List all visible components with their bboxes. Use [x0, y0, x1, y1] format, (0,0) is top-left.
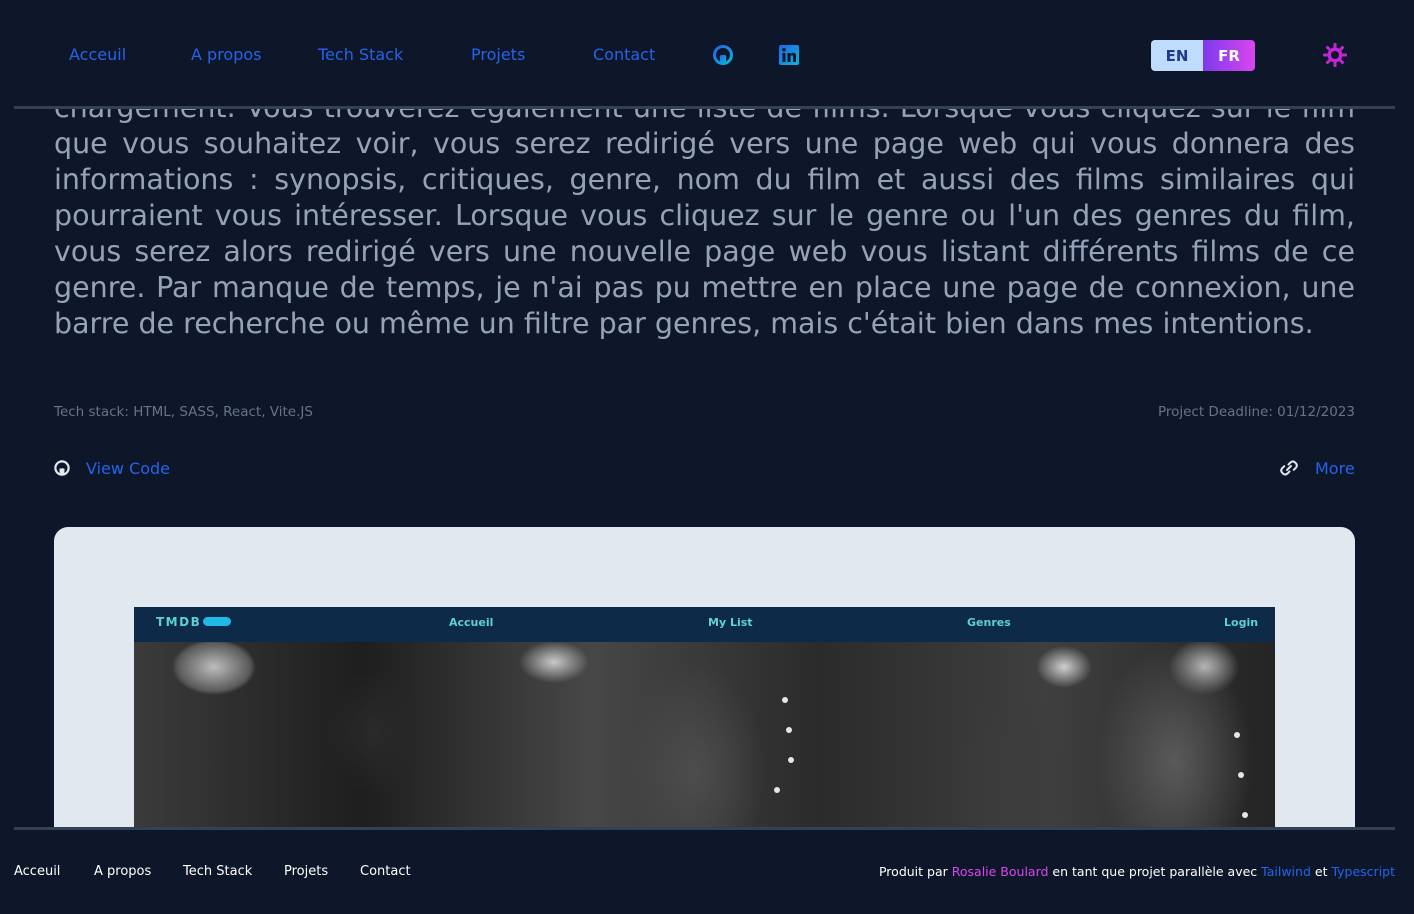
project-deadline: Project Deadline: 01/12/2023 — [1157, 404, 1355, 420]
footer-link-tech-stack[interactable]: Tech Stack — [183, 864, 252, 879]
sun-icon[interactable] — [1322, 42, 1348, 68]
author-link[interactable]: Rosalie Boulard — [952, 864, 1049, 879]
preview-navbar: TMDB Accueil My List Genres Login — [134, 607, 1275, 642]
preview-logo-pill — [203, 617, 231, 626]
footer-credit: Produit par Rosalie Boulard en tant que … — [879, 864, 1395, 879]
lang-en-button[interactable]: EN — [1151, 40, 1203, 71]
project-preview-screenshot: TMDB Accueil My List Genres Login — [134, 607, 1275, 847]
preview-logo: TMDB — [156, 615, 202, 629]
project-tech-stack: Tech stack: HTML, SASS, React, Vite.JS — [54, 404, 313, 420]
nav-link-a-propos[interactable]: A propos — [191, 45, 261, 64]
nav-link-contact[interactable]: Contact — [593, 45, 655, 64]
header-divider — [14, 106, 1395, 109]
credit-and: et — [1314, 864, 1328, 879]
preview-link-my-list: My List — [708, 616, 753, 629]
nav-link-acceuil[interactable]: Acceuil — [69, 45, 126, 64]
footer-divider — [14, 827, 1395, 830]
preview-link-accueil: Accueil — [449, 616, 494, 629]
more-label: More — [1315, 458, 1355, 478]
preview-link-login: Login — [1224, 616, 1259, 629]
typescript-link[interactable]: Typescript — [1331, 864, 1395, 879]
language-switch: EN FR — [1151, 40, 1255, 71]
credit-middle: en tant que projet parallèle avec — [1052, 864, 1258, 879]
top-navbar: Acceuil A propos Tech Stack Projets Cont… — [0, 0, 1414, 108]
more-link[interactable]: More — [1279, 458, 1355, 478]
footer-link-a-propos[interactable]: A propos — [94, 864, 151, 879]
preview-link-genres: Genres — [967, 616, 1011, 629]
project-preview-card[interactable]: TMDB Accueil My List Genres Login — [54, 527, 1355, 847]
view-code-link[interactable]: View Code — [54, 458, 170, 478]
view-code-label: View Code — [86, 458, 171, 478]
project-description: chargement. Vous trouverez également une… — [54, 91, 1355, 340]
footer-link-acceuil[interactable]: Acceuil — [14, 864, 60, 879]
linkedin-icon[interactable] — [779, 45, 799, 65]
footer: Acceuil A propos Tech Stack Projets Cont… — [0, 830, 1414, 914]
github-icon — [54, 460, 70, 476]
portfolio-page: Acceuil A propos Tech Stack Projets Cont… — [0, 0, 1414, 914]
credit-prefix: Produit par — [878, 864, 948, 879]
preview-hero-image — [134, 642, 1275, 847]
nav-link-tech-stack[interactable]: Tech Stack — [318, 45, 403, 64]
footer-link-contact[interactable]: Contact — [360, 864, 411, 879]
footer-link-projets[interactable]: Projets — [284, 864, 328, 879]
link-icon — [1279, 460, 1299, 476]
lang-fr-button[interactable]: FR — [1203, 40, 1255, 71]
tailwind-link[interactable]: Tailwind — [1261, 864, 1311, 879]
github-icon[interactable] — [713, 45, 733, 65]
nav-link-projets[interactable]: Projets — [471, 45, 525, 64]
